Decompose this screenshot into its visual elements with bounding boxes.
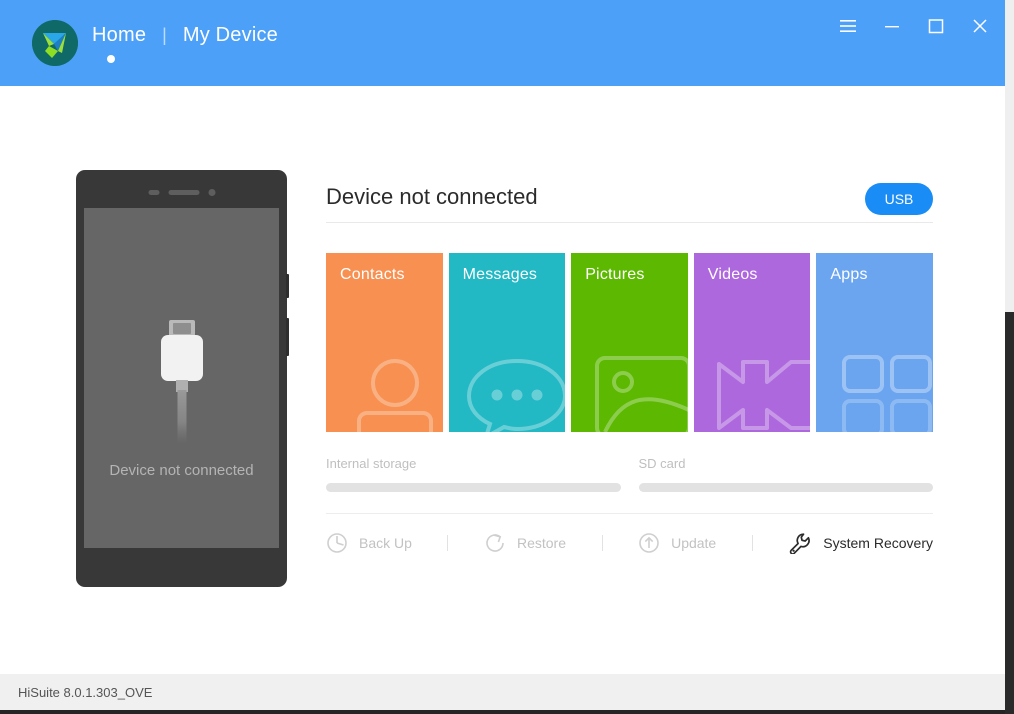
panel-divider-bottom bbox=[326, 513, 933, 514]
action-separator bbox=[751, 535, 753, 551]
tile-videos[interactable]: Videos bbox=[693, 253, 811, 432]
backup-clock-icon bbox=[326, 532, 348, 554]
tile-apps[interactable]: Apps bbox=[816, 253, 933, 432]
desktop-right-strip-dark bbox=[1005, 312, 1014, 714]
tile-label: Apps bbox=[830, 266, 868, 283]
restore-arrow-icon bbox=[484, 532, 506, 554]
main-content: Device not connected Device not connecte… bbox=[0, 86, 1005, 674]
storage-sd-card: SD card bbox=[638, 456, 933, 492]
category-tiles: Contacts Messages Pictures Videos Apps bbox=[326, 253, 933, 432]
action-backup[interactable]: Back Up bbox=[326, 532, 412, 554]
hisuite-logo-icon bbox=[32, 20, 78, 66]
title-bar: Home | My Device bbox=[0, 0, 1005, 86]
main-nav: Home | My Device bbox=[90, 24, 280, 47]
close-icon[interactable] bbox=[965, 12, 995, 40]
tile-contacts[interactable]: Contacts bbox=[326, 253, 443, 432]
storage-internal: Internal storage bbox=[326, 456, 621, 492]
nav-separator: | bbox=[162, 25, 167, 45]
tile-messages[interactable]: Messages bbox=[448, 253, 566, 432]
window-controls bbox=[833, 12, 995, 40]
action-label: Update bbox=[671, 535, 717, 551]
action-label: Back Up bbox=[359, 535, 412, 551]
speech-bubble-icon bbox=[463, 355, 566, 432]
action-system-recovery[interactable]: System Recovery bbox=[788, 532, 933, 554]
action-separator-slot bbox=[716, 535, 788, 551]
phone-status-caption: Device not connected bbox=[109, 462, 254, 479]
tile-label: Pictures bbox=[585, 266, 645, 283]
desktop-background: Home | My Device Device not connected De… bbox=[0, 0, 1014, 714]
action-label: Restore bbox=[516, 535, 567, 551]
minimize-icon[interactable] bbox=[877, 12, 907, 40]
phone-camera bbox=[208, 189, 215, 196]
action-label: System Recovery bbox=[823, 535, 933, 551]
photo-frame-icon bbox=[591, 352, 688, 432]
action-bar: Back Up Restore Update System Recovery bbox=[326, 532, 933, 554]
phone-side-button-1 bbox=[286, 274, 289, 298]
hisuite-window: Home | My Device Device not connected De… bbox=[0, 0, 1005, 710]
update-upload-icon bbox=[638, 532, 660, 554]
active-tab-indicator bbox=[107, 55, 115, 63]
tile-label: Videos bbox=[707, 266, 758, 283]
wrench-icon bbox=[788, 532, 812, 554]
phone-earpiece bbox=[168, 190, 199, 195]
tile-pictures[interactable]: Pictures bbox=[571, 253, 688, 432]
nav-item-home[interactable]: Home bbox=[90, 24, 148, 47]
usb-connector-icon bbox=[152, 318, 212, 453]
action-separator-slot bbox=[412, 535, 484, 551]
action-restore[interactable]: Restore bbox=[484, 532, 566, 554]
phone-screen: Device not connected bbox=[84, 208, 279, 548]
storage-bar bbox=[638, 483, 933, 492]
contact-person-icon bbox=[351, 357, 443, 432]
tile-label: Contacts bbox=[340, 266, 405, 283]
version-label: HiSuite 8.0.1.303_OVE bbox=[18, 684, 153, 700]
usb-button[interactable]: USB bbox=[865, 183, 933, 215]
storage-label: SD card bbox=[638, 456, 686, 471]
status-bar: HiSuite 8.0.1.303_OVE bbox=[0, 674, 1005, 710]
panel-divider-top bbox=[326, 222, 933, 223]
phone-speaker-row bbox=[148, 189, 215, 196]
app-grid-icon bbox=[836, 349, 933, 432]
phone-illustration: Device not connected bbox=[76, 170, 289, 587]
maximize-icon[interactable] bbox=[921, 12, 951, 40]
film-strip-icon bbox=[713, 352, 811, 432]
action-separator bbox=[447, 535, 449, 551]
tile-label: Messages bbox=[462, 266, 538, 283]
hamburger-menu-icon[interactable] bbox=[833, 12, 863, 40]
storage-bar bbox=[326, 483, 621, 492]
action-update[interactable]: Update bbox=[638, 532, 716, 554]
action-separator-slot bbox=[566, 535, 638, 551]
storage-label: Internal storage bbox=[326, 456, 417, 471]
phone-side-button-2 bbox=[286, 318, 289, 356]
storage-section: Internal storage SD card bbox=[326, 456, 933, 492]
action-separator bbox=[601, 535, 603, 551]
nav-item-my-device[interactable]: My Device bbox=[181, 24, 280, 47]
device-status-title: Device not connected bbox=[326, 184, 538, 209]
phone-sensor-left bbox=[148, 190, 159, 195]
